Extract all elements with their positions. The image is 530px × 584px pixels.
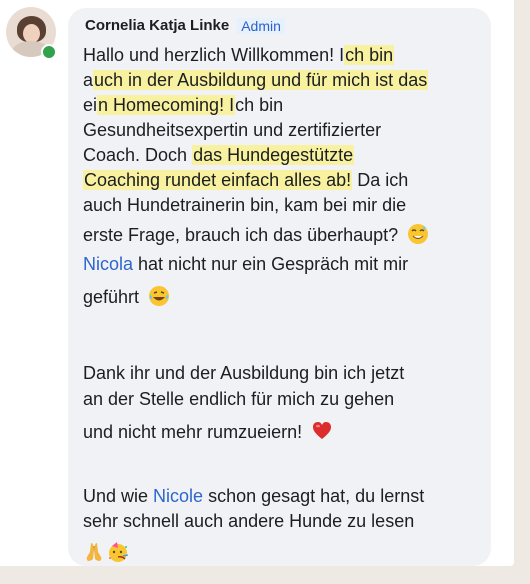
comment-line-15: sehr schnell auch andere Hunde zu lesen <box>83 509 414 533</box>
highlighted-text: ch bin <box>344 45 395 65</box>
comment-text-part: a <box>83 70 94 90</box>
comment-text-part: geführt <box>83 287 140 307</box>
comment-text-part: sehr schnell auch andere Hunde zu lesen <box>83 511 415 531</box>
emoji-line <box>83 541 129 569</box>
highlighted-text: uch in der Ausbildung und für mich ist d… <box>93 70 429 90</box>
comment-text-part: und nicht mehr rumzueiern! <box>83 422 303 442</box>
comment-text-part: Hallo und herzlich Willkommen! I <box>83 45 345 65</box>
folded-hands-emoji <box>83 541 105 569</box>
comment-line-13: und nicht mehr rumzueiern! <box>83 420 333 448</box>
background-strip <box>0 566 530 584</box>
comment-text-part: auch Hundetrainerin bin, kam bei mir die <box>83 195 407 215</box>
comment-line-8: erste Frage, brauch ich das überhaupt? <box>83 223 429 251</box>
reaction-emojis <box>83 541 129 569</box>
online-status-icon <box>41 44 57 60</box>
comment-line-4: Gesundheitsexpertin und zertifizierter <box>83 118 381 142</box>
comment-text-part: Dank ihr und der Ausbildung bin ich jetz… <box>83 363 405 383</box>
admin-badge: Admin <box>237 17 285 34</box>
partying-face-emoji <box>107 541 129 569</box>
comment-line-2: auch in der Ausbildung und für mich ist … <box>83 68 429 92</box>
comment-line-5: Coach. Doch das Hundegestützte <box>83 143 355 167</box>
comment-text-part: Gesundheitsexpertin und zertifizierter <box>83 120 382 140</box>
comment-text-part: hat nicht nur ein Gespräch mit mir <box>133 254 409 274</box>
highlighted-text: Coaching rundet einfach alles ab! <box>83 170 353 190</box>
highlighted-text: das Hundegestützte <box>192 145 355 165</box>
comment-text-part: Da ich <box>352 170 409 190</box>
red-heart-emoji <box>311 420 333 448</box>
comment-line-9: Nicola hat nicht nur ein Gespräch mit mi… <box>83 252 408 276</box>
comment-line-14: Und wie Nicole schon gesagt hat, du lern… <box>83 484 424 508</box>
laughing-tears-emoji <box>148 285 170 313</box>
comment-bubble: Cornelia Katja Linke Admin Hallo und her… <box>68 8 491 566</box>
comment-line-7: auch Hundetrainerin bin, kam bei mir die <box>83 193 406 217</box>
facebook-comment-view: Cornelia Katja Linke Admin Hallo und her… <box>0 0 514 566</box>
comment-line-12: an der Stelle endlich für mich zu gehen <box>83 387 394 411</box>
mention-link[interactable]: Nicola <box>83 254 133 274</box>
highlighted-text: n Homecoming! I <box>97 95 236 115</box>
comment-line-1: Hallo und herzlich Willkommen! Ich bin <box>83 43 395 67</box>
comment-text-part: erste Frage, brauch ich das überhaupt? <box>83 225 399 245</box>
comment-line-10: geführt <box>83 285 170 313</box>
comment-text-part: Coach. Doch <box>83 145 193 165</box>
comment-text-part: schon gesagt hat, du lernst <box>203 486 425 506</box>
grinning-sweat-emoji <box>407 223 429 251</box>
comment-line-3: ein Homecoming! Ich bin <box>83 93 283 117</box>
comment-text-part: ei <box>83 95 98 115</box>
comment-line-11: Dank ihr und der Ausbildung bin ich jetz… <box>83 361 404 385</box>
comment-header: Cornelia Katja Linke Admin <box>85 17 285 34</box>
comment-text-part: ch bin <box>235 95 284 115</box>
author-avatar[interactable] <box>6 7 57 60</box>
comment-text-part: an der Stelle endlich für mich zu gehen <box>83 389 395 409</box>
comment-text-part: Und wie <box>83 486 154 506</box>
mention-link[interactable]: Nicole <box>153 486 203 506</box>
comment-line-6: Coaching rundet einfach alles ab! Da ich <box>83 168 408 192</box>
author-name[interactable]: Cornelia Katja Linke <box>85 17 229 34</box>
